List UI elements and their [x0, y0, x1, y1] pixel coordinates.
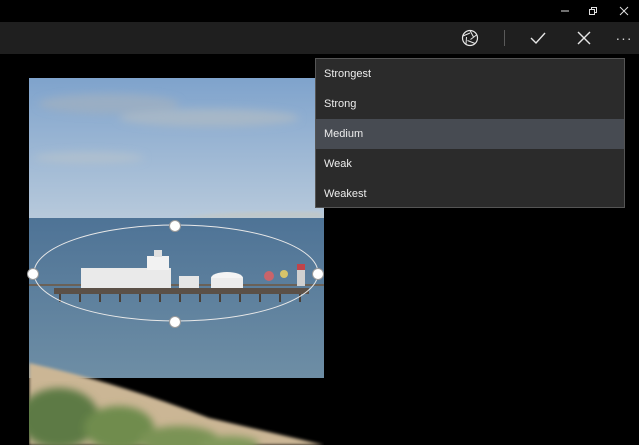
- checkmark-icon: [530, 32, 546, 45]
- restore-icon: [589, 7, 597, 15]
- close-icon: [577, 31, 591, 45]
- menu-item-medium[interactable]: Medium: [316, 119, 624, 149]
- more-icon: ···: [615, 30, 633, 46]
- minimize-button[interactable]: [550, 0, 580, 22]
- cancel-button[interactable]: [566, 22, 602, 54]
- window-close-button[interactable]: [609, 0, 639, 22]
- edit-toolbar: ···: [0, 22, 639, 54]
- focus-handle-top[interactable]: [169, 220, 181, 232]
- menu-item-weakest[interactable]: Weakest: [316, 179, 624, 209]
- selective-focus-button[interactable]: [452, 22, 488, 54]
- restore-button[interactable]: [578, 0, 608, 22]
- title-bar: [0, 0, 639, 22]
- apply-button[interactable]: [520, 22, 556, 54]
- blur-strength-menu: Strongest Strong Medium Weak Weakest: [315, 58, 625, 208]
- focus-handle-left[interactable]: [27, 268, 39, 280]
- focus-handle-right[interactable]: [312, 268, 324, 280]
- menu-item-strong[interactable]: Strong: [316, 89, 624, 119]
- pier-photo-image: [29, 78, 324, 445]
- close-icon: [619, 6, 629, 16]
- photo-preview[interactable]: [29, 78, 324, 445]
- aperture-icon: [461, 29, 479, 47]
- more-options-button[interactable]: ···: [606, 22, 639, 54]
- menu-item-strongest[interactable]: Strongest: [316, 59, 624, 89]
- menu-item-weak[interactable]: Weak: [316, 149, 624, 179]
- toolbar-separator: [504, 30, 505, 46]
- focus-handle-bottom[interactable]: [169, 316, 181, 328]
- minimize-icon: [561, 10, 569, 12]
